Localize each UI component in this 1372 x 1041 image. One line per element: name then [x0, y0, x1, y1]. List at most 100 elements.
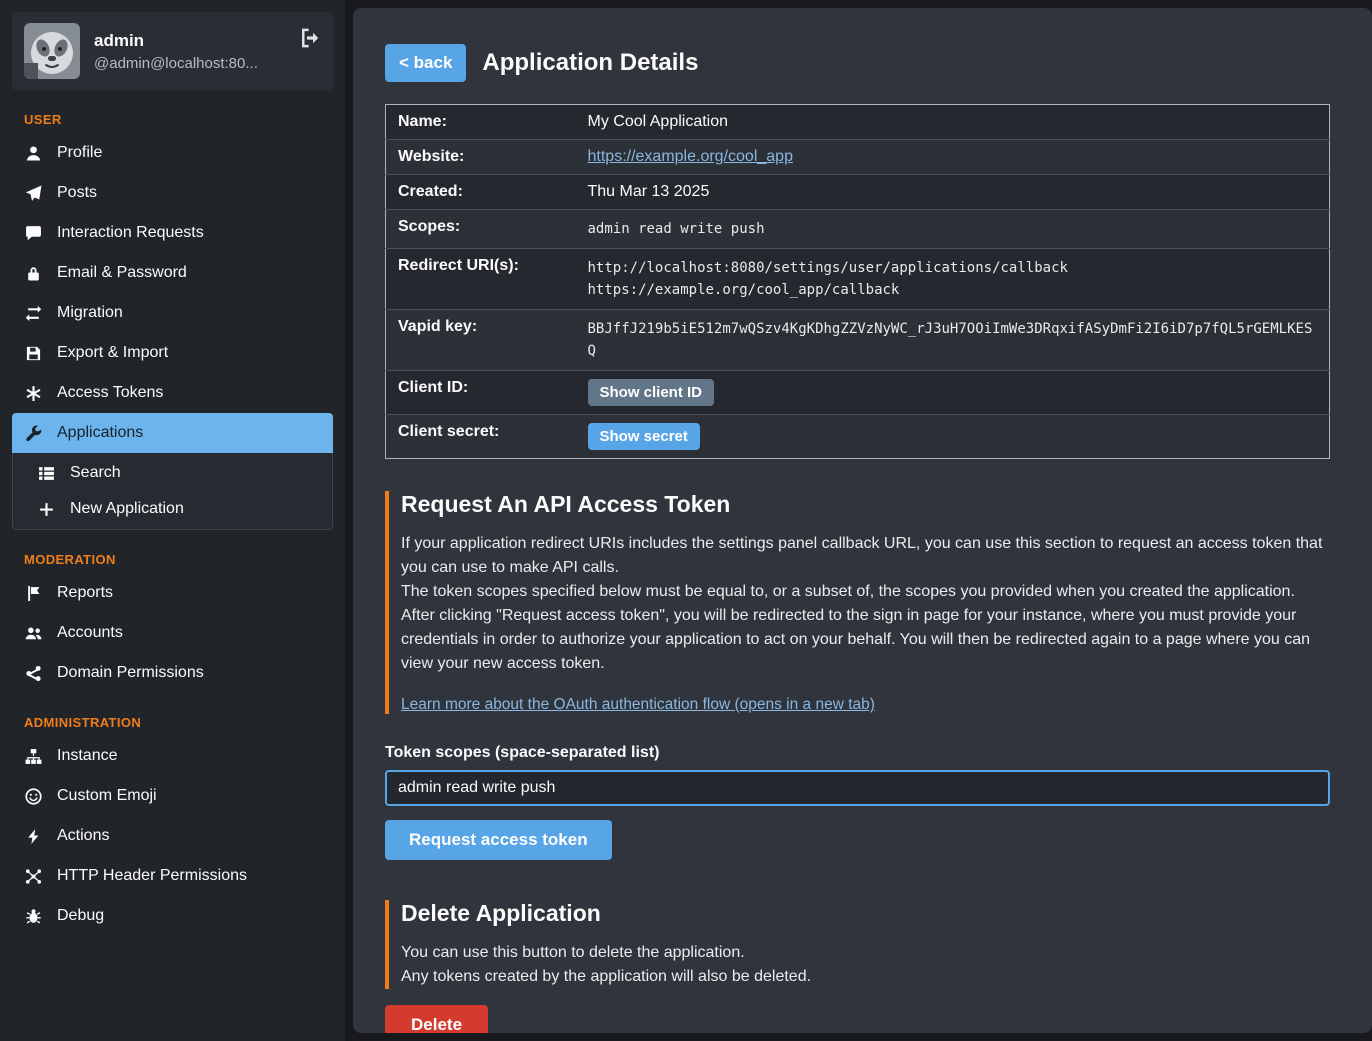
description-line: You can use this button to delete the ap… — [401, 941, 1330, 965]
sidebar-item-applications[interactable]: Applications — [12, 413, 333, 453]
sidebar-section-user: USER — [12, 112, 333, 127]
sidebar-item-label: Search — [70, 464, 121, 482]
request-token-description: If your application redirect URIs includ… — [401, 532, 1330, 676]
sidebar-item-migration[interactable]: Migration — [12, 293, 333, 333]
delete-button[interactable]: Delete — [385, 1005, 488, 1033]
sidebar-item-label: Applications — [57, 424, 143, 442]
applications-subnav: Search New Application — [12, 453, 333, 530]
sidebar-item-label: Debug — [57, 907, 104, 925]
sidebar-item-custom-emoji[interactable]: Custom Emoji — [12, 776, 333, 816]
sidebar-item-label: Email & Password — [57, 264, 187, 282]
sidebar-item-label: Custom Emoji — [57, 787, 157, 805]
table-row-website: Website: https://example.org/cool_app — [386, 140, 1330, 175]
sidebar-item-posts[interactable]: Posts — [12, 173, 333, 213]
sidebar-item-profile[interactable]: Profile — [12, 133, 333, 173]
sidebar: admin @admin@localhost:80... USER Profil… — [0, 0, 345, 1041]
sidebar-item-label: Access Tokens — [57, 384, 163, 402]
bug-icon — [24, 908, 42, 925]
application-details-table: Name: My Cool Application Website: https… — [385, 104, 1330, 459]
row-label: Name: — [386, 105, 576, 140]
token-scopes-input[interactable] — [385, 770, 1330, 806]
website-link[interactable]: https://example.org/cool_app — [588, 148, 793, 165]
user-card[interactable]: admin @admin@localhost:80... — [12, 12, 333, 90]
table-row-scopes: Scopes: admin read write push — [386, 210, 1330, 249]
share-nodes-icon — [24, 665, 42, 682]
row-label: Redirect URI(s): — [386, 249, 576, 310]
user-icon — [24, 145, 42, 162]
sidebar-item-label: HTTP Header Permissions — [57, 867, 247, 885]
list-icon — [37, 465, 55, 482]
table-row-name: Name: My Cool Application — [386, 105, 1330, 140]
description-line: After clicking "Request access token", y… — [401, 604, 1330, 676]
sidebar-item-applications-new[interactable]: New Application — [13, 491, 332, 527]
logout-icon[interactable] — [299, 27, 321, 54]
sidebar-item-accounts[interactable]: Accounts — [12, 613, 333, 653]
sidebar-item-access-tokens[interactable]: Access Tokens — [12, 373, 333, 413]
sidebar-item-label: Accounts — [57, 624, 123, 642]
network-icon — [24, 868, 42, 885]
sidebar-item-interaction-requests[interactable]: Interaction Requests — [12, 213, 333, 253]
avatar — [24, 23, 80, 79]
sidebar-item-label: Migration — [57, 304, 123, 322]
sidebar-item-label: Reports — [57, 584, 113, 602]
sidebar-item-reports[interactable]: Reports — [12, 573, 333, 613]
description-line: Any tokens created by the application wi… — [401, 965, 1330, 989]
table-row-created: Created: Thu Mar 13 2025 — [386, 175, 1330, 210]
paper-plane-icon — [24, 185, 42, 202]
row-label: Client secret: — [386, 415, 576, 459]
table-row-vapid-key: Vapid key: BBJffJ219b5iE512m7wQSzv4KgKDh… — [386, 310, 1330, 371]
asterisk-icon — [24, 385, 42, 402]
row-label: Vapid key: — [386, 310, 576, 371]
description-line: If your application redirect URIs includ… — [401, 532, 1330, 580]
sidebar-item-applications-search[interactable]: Search — [13, 455, 332, 491]
token-scopes-label: Token scopes (space-separated list) — [385, 744, 1330, 762]
row-value: Thu Mar 13 2025 — [576, 175, 1330, 210]
sidebar-item-email-password[interactable]: Email & Password — [12, 253, 333, 293]
sidebar-item-domain-permissions[interactable]: Domain Permissions — [12, 653, 333, 693]
row-label: Client ID: — [386, 371, 576, 415]
sidebar-item-label: Export & Import — [57, 344, 168, 362]
user-name: admin — [94, 31, 285, 51]
sidebar-item-label: Posts — [57, 184, 97, 202]
show-client-id-button[interactable]: Show client ID — [588, 379, 715, 406]
sidebar-item-debug[interactable]: Debug — [12, 896, 333, 936]
row-label: Website: — [386, 140, 576, 175]
page-header: < back Application Details — [385, 44, 1330, 82]
redirect-uri: http://localhost:8080/settings/user/appl… — [588, 257, 1318, 279]
show-secret-button[interactable]: Show secret — [588, 423, 700, 450]
delete-application-heading: Delete Application — [401, 900, 1330, 927]
sidebar-section-moderation: MODERATION — [12, 552, 333, 567]
sidebar-section-administration: ADMINISTRATION — [12, 715, 333, 730]
lock-icon — [24, 265, 42, 282]
exchange-icon — [24, 305, 42, 322]
sidebar-item-actions[interactable]: Actions — [12, 816, 333, 856]
sidebar-item-label: Interaction Requests — [57, 224, 204, 242]
page-title: Application Details — [482, 49, 698, 77]
sidebar-item-label: New Application — [70, 500, 184, 518]
user-meta: admin @admin@localhost:80... — [94, 31, 285, 72]
sidebar-item-label: Profile — [57, 144, 102, 162]
sidebar-item-export-import[interactable]: Export & Import — [12, 333, 333, 373]
users-icon — [24, 625, 42, 642]
back-button[interactable]: < back — [385, 44, 466, 82]
sidebar-item-label: Domain Permissions — [57, 664, 204, 682]
flag-icon — [24, 585, 42, 602]
sidebar-item-instance[interactable]: Instance — [12, 736, 333, 776]
table-row-client-id: Client ID: Show client ID — [386, 371, 1330, 415]
description-line: The token scopes specified below must be… — [401, 580, 1330, 604]
request-access-token-button[interactable]: Request access token — [385, 820, 612, 860]
redirect-uri: https://example.org/cool_app/callback — [588, 279, 1318, 301]
sidebar-item-label: Actions — [57, 827, 109, 845]
row-value: My Cool Application — [576, 105, 1330, 140]
wrench-icon — [24, 425, 42, 442]
user-handle: @admin@localhost:80... — [94, 55, 285, 72]
main-panel: < back Application Details Name: My Cool… — [353, 8, 1372, 1033]
row-label: Created: — [386, 175, 576, 210]
comment-icon — [24, 225, 42, 242]
oauth-docs-link[interactable]: Learn more about the OAuth authenticatio… — [401, 696, 875, 714]
request-token-heading: Request An API Access Token — [401, 491, 1330, 518]
sidebar-item-http-header-permissions[interactable]: HTTP Header Permissions — [12, 856, 333, 896]
plus-icon — [37, 501, 55, 518]
delete-application-description: You can use this button to delete the ap… — [401, 941, 1330, 989]
request-token-section: Request An API Access Token If your appl… — [385, 491, 1330, 714]
